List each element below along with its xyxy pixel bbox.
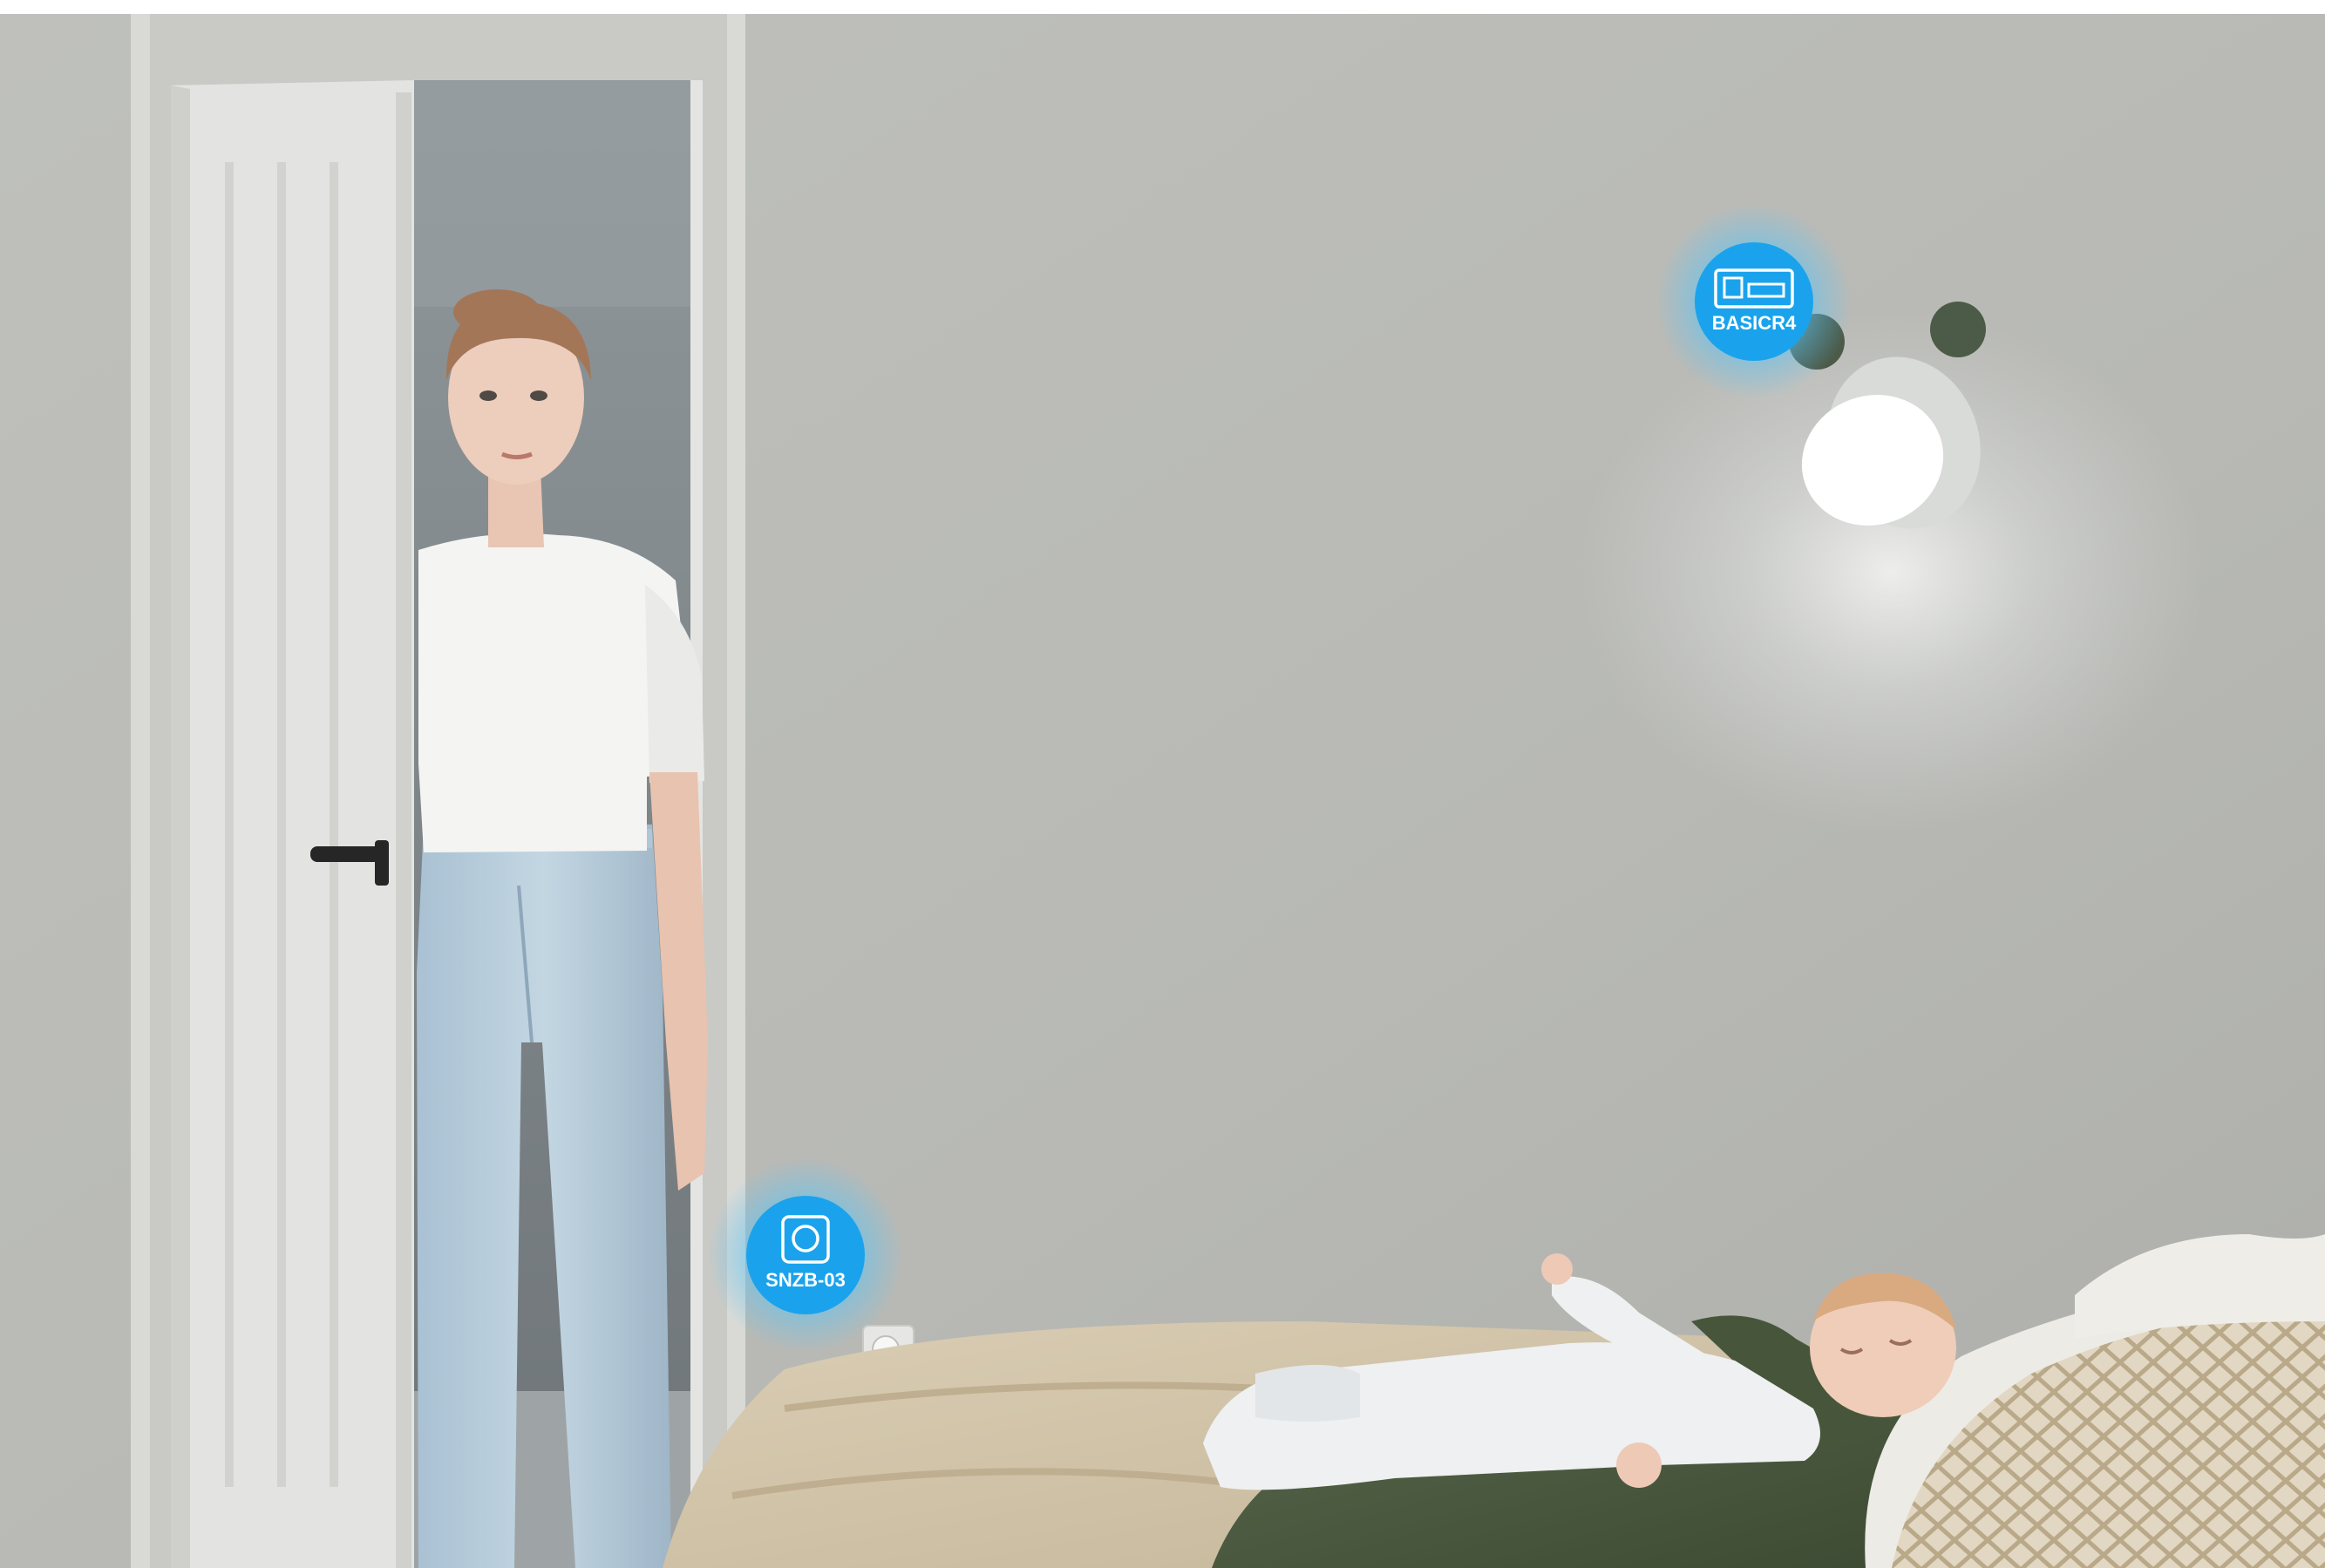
snzb03-badge-label: SNZB-03 [765, 1269, 846, 1291]
basicr4-badge: BASICR4 [1656, 204, 1852, 399]
basicr4-badge-label: BASICR4 [1712, 312, 1797, 334]
snzb03-badge: SNZB-03 [708, 1157, 903, 1353]
open-door [171, 80, 414, 1568]
snzb03-badge-circle [746, 1196, 865, 1314]
bedroom-illustration: BASICR4 SNZB-03 [0, 14, 2325, 1568]
basicr4-badge-circle [1695, 242, 1813, 361]
product-scene: BASICR4 SNZB-03 [0, 14, 2325, 1568]
